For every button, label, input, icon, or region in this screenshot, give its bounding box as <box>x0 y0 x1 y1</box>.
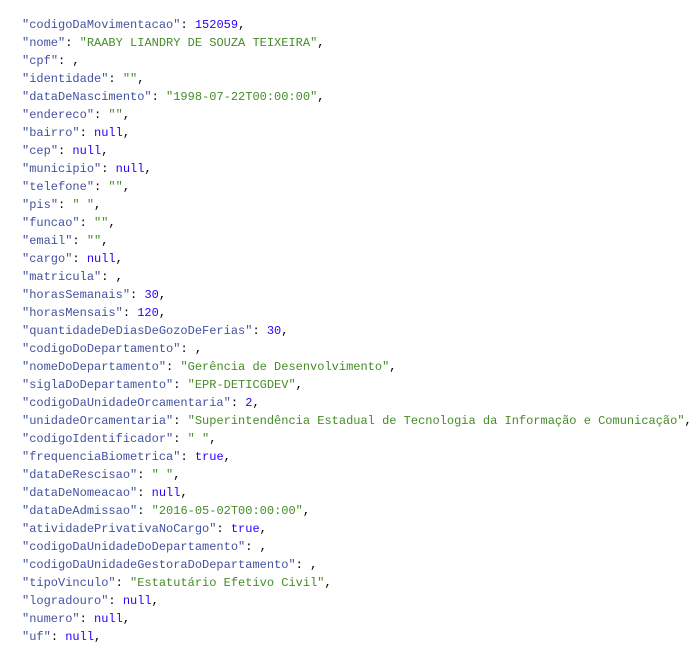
json-value: Estatutário Efetivo Civil <box>137 576 317 590</box>
json-line: "tipoVinculo": "Estatutário Efetivo Civi… <box>22 574 685 592</box>
json-value: RAABY LIANDRY DE SOUZA TEIXEIRA <box>87 36 310 50</box>
json-key: dataDeNomeacao <box>29 486 130 500</box>
json-line: "codigoDaUnidadeDoDepartamento": , <box>22 538 685 556</box>
json-value: null <box>72 144 101 158</box>
json-key: dataDeRescisao <box>29 468 130 482</box>
json-key: codigoDaUnidadeOrcamentaria <box>29 396 223 410</box>
json-key: dataDeNascimento <box>29 90 144 104</box>
json-line: "codigoDaUnidadeOrcamentaria": 2, <box>22 394 685 412</box>
json-line: "frequenciaBiometrica": true, <box>22 448 685 466</box>
json-key: quantidadeDeDiasDeGozoDeFerias <box>29 324 245 338</box>
json-key: codigoDoDepartamento <box>29 342 173 356</box>
json-line: "siglaDoDepartamento": "EPR-DETICGDEV", <box>22 376 685 394</box>
json-key: dataDeAdmissao <box>29 504 130 518</box>
json-line: "dataDeRescisao": " ", <box>22 466 685 484</box>
json-line: "cpf": , <box>22 52 685 70</box>
json-value: 30 <box>267 324 281 338</box>
json-line: "numero": null, <box>22 610 685 628</box>
json-value: null <box>94 126 123 140</box>
json-line: "cep": null, <box>22 142 685 160</box>
json-value: Superintendência Estadual de Tecnologia … <box>195 414 677 428</box>
json-value: null <box>116 162 145 176</box>
json-key: cpf <box>29 54 51 68</box>
json-value: null <box>123 594 152 608</box>
json-line: "unidadeOrcamentaria": "Superintendência… <box>22 412 685 430</box>
json-line: "horasSemanais": 30, <box>22 286 685 304</box>
json-key: pis <box>29 198 51 212</box>
json-value <box>80 198 87 212</box>
json-value: 1998-07-22T00:00:00 <box>173 90 310 104</box>
json-value: Gerência de Desenvolvimento <box>188 360 382 374</box>
json-line: "dataDeNomeacao": null, <box>22 484 685 502</box>
json-value: null <box>152 486 181 500</box>
json-key: nome <box>29 36 58 50</box>
json-line: "codigoDoDepartamento": , <box>22 340 685 358</box>
json-key: telefone <box>29 180 87 194</box>
json-line: "uf": null, <box>22 628 685 646</box>
json-line: "nomeDoDepartamento": "Gerência de Desen… <box>22 358 685 376</box>
json-line: "dataDeAdmissao": "2016-05-02T00:00:00", <box>22 502 685 520</box>
json-line: "nome": "RAABY LIANDRY DE SOUZA TEIXEIRA… <box>22 34 685 52</box>
json-value: true <box>231 522 260 536</box>
json-key: cargo <box>29 252 65 266</box>
json-viewer: "codigoDaMovimentacao": 152059,"nome": "… <box>22 16 685 646</box>
json-line: "atividadePrivativaNoCargo": true, <box>22 520 685 538</box>
json-key: unidadeOrcamentaria <box>29 414 166 428</box>
json-value <box>159 468 166 482</box>
json-key: codigoDaMovimentacao <box>29 18 173 32</box>
json-line: "funcao": "", <box>22 214 685 232</box>
json-key: nomeDoDepartamento <box>29 360 159 374</box>
json-value <box>195 432 202 446</box>
json-key: tipoVinculo <box>29 576 108 590</box>
json-key: funcao <box>29 216 72 230</box>
json-line: "endereco": "", <box>22 106 685 124</box>
json-key: horasMensais <box>29 306 115 320</box>
json-key: uf <box>29 630 43 644</box>
json-line: "telefone": "", <box>22 178 685 196</box>
json-line: "horasMensais": 120, <box>22 304 685 322</box>
json-line: "municipio": null, <box>22 160 685 178</box>
json-key: numero <box>29 612 72 626</box>
json-line: "dataDeNascimento": "1998-07-22T00:00:00… <box>22 88 685 106</box>
json-value: 30 <box>144 288 158 302</box>
json-key: atividadePrivativaNoCargo <box>29 522 209 536</box>
json-line: "email": "", <box>22 232 685 250</box>
json-line: "quantidadeDeDiasDeGozoDeFerias": 30, <box>22 322 685 340</box>
json-line: "pis": " ", <box>22 196 685 214</box>
json-key: cep <box>29 144 51 158</box>
json-key: municipio <box>29 162 94 176</box>
json-key: codigoIdentificador <box>29 432 166 446</box>
json-value: null <box>87 252 116 266</box>
json-line: "cargo": null, <box>22 250 685 268</box>
json-key: bairro <box>29 126 72 140</box>
json-key: siglaDoDepartamento <box>29 378 166 392</box>
json-value: 2016-05-02T00:00:00 <box>159 504 296 518</box>
json-key: email <box>29 234 65 248</box>
json-value: 152059 <box>195 18 238 32</box>
json-line: "codigoDaUnidadeGestoraDoDepartamento": … <box>22 556 685 574</box>
json-line: "codigoDaMovimentacao": 152059, <box>22 16 685 34</box>
json-key: horasSemanais <box>29 288 123 302</box>
json-key: codigoDaUnidadeGestoraDoDepartamento <box>29 558 288 572</box>
json-key: frequenciaBiometrica <box>29 450 173 464</box>
json-value: 120 <box>137 306 159 320</box>
json-line: "logradouro": null, <box>22 592 685 610</box>
json-value: null <box>94 612 123 626</box>
json-value: null <box>65 630 94 644</box>
json-line: "codigoIdentificador": " ", <box>22 430 685 448</box>
json-key: identidade <box>29 72 101 86</box>
json-line: "matricula": , <box>22 268 685 286</box>
json-key: codigoDaUnidadeDoDepartamento <box>29 540 238 554</box>
json-key: endereco <box>29 108 87 122</box>
json-key: matricula <box>29 270 94 284</box>
json-key: logradouro <box>29 594 101 608</box>
json-line: "bairro": null, <box>22 124 685 142</box>
json-value: EPR-DETICGDEV <box>195 378 289 392</box>
json-line: "identidade": "", <box>22 70 685 88</box>
json-value: true <box>195 450 224 464</box>
